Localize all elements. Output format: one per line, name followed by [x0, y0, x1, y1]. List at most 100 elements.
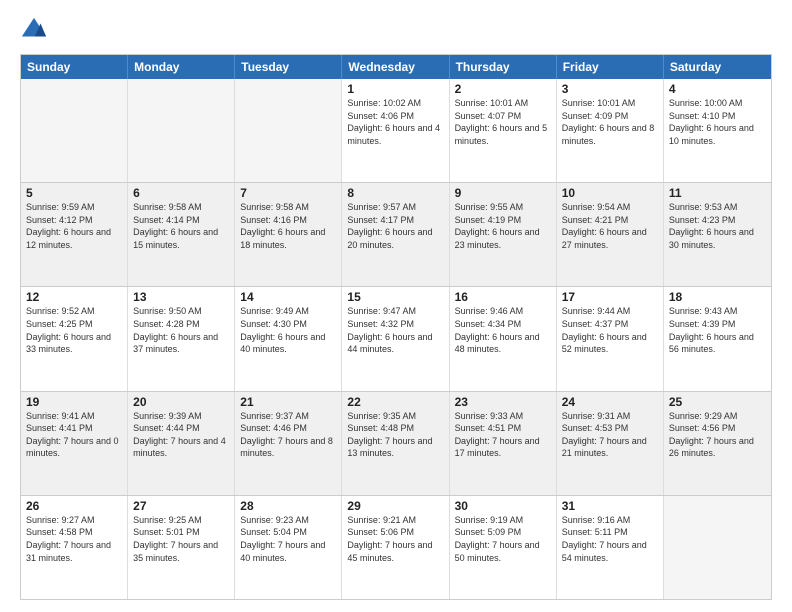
day-info: Sunrise: 10:01 AM Sunset: 4:09 PM Daylig… [562, 97, 658, 147]
day-number: 2 [455, 82, 551, 96]
day-number: 16 [455, 290, 551, 304]
day-number: 30 [455, 499, 551, 513]
day-number: 26 [26, 499, 122, 513]
day-cell: 27Sunrise: 9:25 AM Sunset: 5:01 PM Dayli… [128, 496, 235, 599]
day-cell: 28Sunrise: 9:23 AM Sunset: 5:04 PM Dayli… [235, 496, 342, 599]
day-header: Tuesday [235, 55, 342, 79]
day-cell [21, 79, 128, 182]
day-cell: 16Sunrise: 9:46 AM Sunset: 4:34 PM Dayli… [450, 287, 557, 390]
day-info: Sunrise: 9:52 AM Sunset: 4:25 PM Dayligh… [26, 305, 122, 355]
day-info: Sunrise: 9:43 AM Sunset: 4:39 PM Dayligh… [669, 305, 766, 355]
day-cell: 21Sunrise: 9:37 AM Sunset: 4:46 PM Dayli… [235, 392, 342, 495]
day-info: Sunrise: 9:54 AM Sunset: 4:21 PM Dayligh… [562, 201, 658, 251]
day-header: Sunday [21, 55, 128, 79]
week-row: 19Sunrise: 9:41 AM Sunset: 4:41 PM Dayli… [21, 391, 771, 495]
day-info: Sunrise: 9:41 AM Sunset: 4:41 PM Dayligh… [26, 410, 122, 460]
day-number: 27 [133, 499, 229, 513]
day-cell: 8Sunrise: 9:57 AM Sunset: 4:17 PM Daylig… [342, 183, 449, 286]
page: SundayMondayTuesdayWednesdayThursdayFrid… [0, 0, 792, 612]
day-header: Wednesday [342, 55, 449, 79]
week-row: 1Sunrise: 10:02 AM Sunset: 4:06 PM Dayli… [21, 79, 771, 182]
week-row: 12Sunrise: 9:52 AM Sunset: 4:25 PM Dayli… [21, 286, 771, 390]
day-info: Sunrise: 9:47 AM Sunset: 4:32 PM Dayligh… [347, 305, 443, 355]
day-number: 5 [26, 186, 122, 200]
day-number: 13 [133, 290, 229, 304]
logo [20, 16, 52, 44]
day-info: Sunrise: 9:35 AM Sunset: 4:48 PM Dayligh… [347, 410, 443, 460]
day-number: 21 [240, 395, 336, 409]
day-cell [128, 79, 235, 182]
day-number: 17 [562, 290, 658, 304]
day-cell: 12Sunrise: 9:52 AM Sunset: 4:25 PM Dayli… [21, 287, 128, 390]
day-headers: SundayMondayTuesdayWednesdayThursdayFrid… [21, 55, 771, 79]
day-number: 23 [455, 395, 551, 409]
day-number: 8 [347, 186, 443, 200]
day-cell: 13Sunrise: 9:50 AM Sunset: 4:28 PM Dayli… [128, 287, 235, 390]
day-info: Sunrise: 9:59 AM Sunset: 4:12 PM Dayligh… [26, 201, 122, 251]
day-number: 18 [669, 290, 766, 304]
day-number: 9 [455, 186, 551, 200]
day-info: Sunrise: 9:29 AM Sunset: 4:56 PM Dayligh… [669, 410, 766, 460]
day-header: Friday [557, 55, 664, 79]
calendar: SundayMondayTuesdayWednesdayThursdayFrid… [20, 54, 772, 600]
day-header: Thursday [450, 55, 557, 79]
day-info: Sunrise: 9:33 AM Sunset: 4:51 PM Dayligh… [455, 410, 551, 460]
day-number: 20 [133, 395, 229, 409]
day-info: Sunrise: 9:58 AM Sunset: 4:16 PM Dayligh… [240, 201, 336, 251]
day-number: 3 [562, 82, 658, 96]
day-info: Sunrise: 9:31 AM Sunset: 4:53 PM Dayligh… [562, 410, 658, 460]
day-info: Sunrise: 10:00 AM Sunset: 4:10 PM Daylig… [669, 97, 766, 147]
week-row: 26Sunrise: 9:27 AM Sunset: 4:58 PM Dayli… [21, 495, 771, 599]
day-number: 6 [133, 186, 229, 200]
day-cell: 11Sunrise: 9:53 AM Sunset: 4:23 PM Dayli… [664, 183, 771, 286]
day-cell: 10Sunrise: 9:54 AM Sunset: 4:21 PM Dayli… [557, 183, 664, 286]
day-info: Sunrise: 10:01 AM Sunset: 4:07 PM Daylig… [455, 97, 551, 147]
day-number: 4 [669, 82, 766, 96]
day-cell: 2Sunrise: 10:01 AM Sunset: 4:07 PM Dayli… [450, 79, 557, 182]
day-cell: 1Sunrise: 10:02 AM Sunset: 4:06 PM Dayli… [342, 79, 449, 182]
day-cell: 15Sunrise: 9:47 AM Sunset: 4:32 PM Dayli… [342, 287, 449, 390]
day-info: Sunrise: 9:53 AM Sunset: 4:23 PM Dayligh… [669, 201, 766, 251]
day-cell: 6Sunrise: 9:58 AM Sunset: 4:14 PM Daylig… [128, 183, 235, 286]
day-cell: 14Sunrise: 9:49 AM Sunset: 4:30 PM Dayli… [235, 287, 342, 390]
day-number: 14 [240, 290, 336, 304]
day-cell: 5Sunrise: 9:59 AM Sunset: 4:12 PM Daylig… [21, 183, 128, 286]
day-info: Sunrise: 9:25 AM Sunset: 5:01 PM Dayligh… [133, 514, 229, 564]
header [20, 16, 772, 44]
day-info: Sunrise: 10:02 AM Sunset: 4:06 PM Daylig… [347, 97, 443, 147]
day-cell: 18Sunrise: 9:43 AM Sunset: 4:39 PM Dayli… [664, 287, 771, 390]
day-number: 11 [669, 186, 766, 200]
day-number: 10 [562, 186, 658, 200]
day-info: Sunrise: 9:44 AM Sunset: 4:37 PM Dayligh… [562, 305, 658, 355]
day-number: 24 [562, 395, 658, 409]
logo-icon [20, 16, 48, 44]
day-info: Sunrise: 9:57 AM Sunset: 4:17 PM Dayligh… [347, 201, 443, 251]
day-info: Sunrise: 9:21 AM Sunset: 5:06 PM Dayligh… [347, 514, 443, 564]
day-number: 15 [347, 290, 443, 304]
day-number: 22 [347, 395, 443, 409]
day-cell: 31Sunrise: 9:16 AM Sunset: 5:11 PM Dayli… [557, 496, 664, 599]
day-info: Sunrise: 9:39 AM Sunset: 4:44 PM Dayligh… [133, 410, 229, 460]
day-cell: 22Sunrise: 9:35 AM Sunset: 4:48 PM Dayli… [342, 392, 449, 495]
day-cell: 29Sunrise: 9:21 AM Sunset: 5:06 PM Dayli… [342, 496, 449, 599]
day-cell: 24Sunrise: 9:31 AM Sunset: 4:53 PM Dayli… [557, 392, 664, 495]
week-row: 5Sunrise: 9:59 AM Sunset: 4:12 PM Daylig… [21, 182, 771, 286]
day-number: 12 [26, 290, 122, 304]
weeks: 1Sunrise: 10:02 AM Sunset: 4:06 PM Dayli… [21, 79, 771, 599]
day-cell [235, 79, 342, 182]
day-cell: 3Sunrise: 10:01 AM Sunset: 4:09 PM Dayli… [557, 79, 664, 182]
day-info: Sunrise: 9:23 AM Sunset: 5:04 PM Dayligh… [240, 514, 336, 564]
day-cell: 23Sunrise: 9:33 AM Sunset: 4:51 PM Dayli… [450, 392, 557, 495]
day-cell: 7Sunrise: 9:58 AM Sunset: 4:16 PM Daylig… [235, 183, 342, 286]
day-cell: 17Sunrise: 9:44 AM Sunset: 4:37 PM Dayli… [557, 287, 664, 390]
day-info: Sunrise: 9:19 AM Sunset: 5:09 PM Dayligh… [455, 514, 551, 564]
day-number: 31 [562, 499, 658, 513]
day-number: 25 [669, 395, 766, 409]
day-cell: 9Sunrise: 9:55 AM Sunset: 4:19 PM Daylig… [450, 183, 557, 286]
day-info: Sunrise: 9:37 AM Sunset: 4:46 PM Dayligh… [240, 410, 336, 460]
day-info: Sunrise: 9:50 AM Sunset: 4:28 PM Dayligh… [133, 305, 229, 355]
day-info: Sunrise: 9:46 AM Sunset: 4:34 PM Dayligh… [455, 305, 551, 355]
day-cell: 25Sunrise: 9:29 AM Sunset: 4:56 PM Dayli… [664, 392, 771, 495]
day-header: Monday [128, 55, 235, 79]
day-header: Saturday [664, 55, 771, 79]
